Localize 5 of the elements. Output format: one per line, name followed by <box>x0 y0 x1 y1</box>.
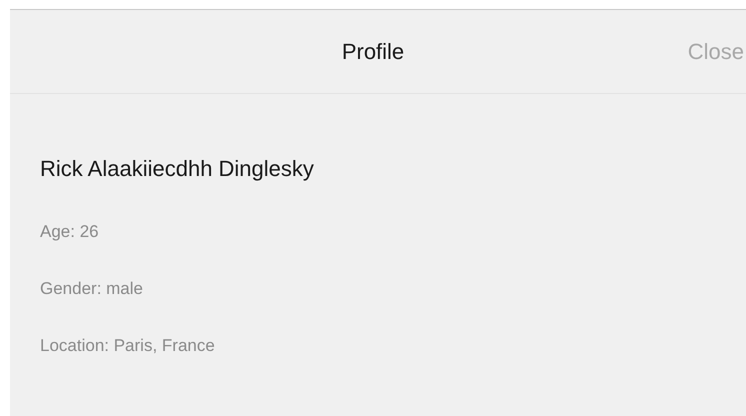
profile-name: Rick Alaakiiecdhh Dinglesky <box>40 156 315 182</box>
profile-detail: Gender: male <box>40 279 144 299</box>
profile-detail: Age: 26 <box>40 222 100 242</box>
header-title: Profile <box>342 38 404 64</box>
profile-detail: Location: Paris, France <box>40 336 216 356</box>
